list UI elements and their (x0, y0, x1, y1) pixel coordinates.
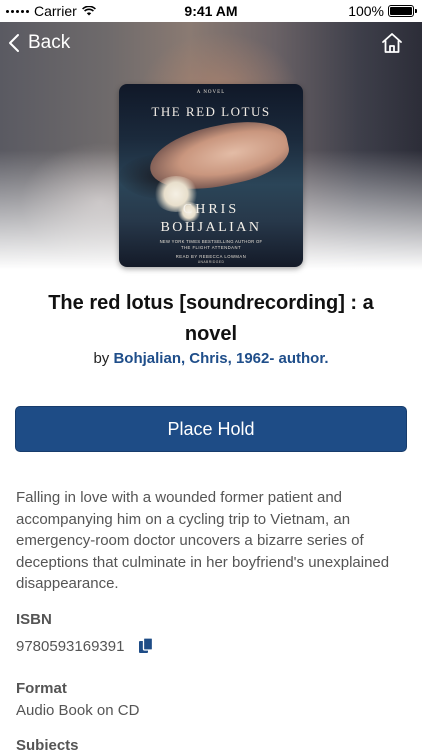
battery-icon (388, 5, 417, 17)
item-title: The red lotus [soundrecording] : a novel (48, 292, 374, 345)
item-description: Falling in love with a wounded former pa… (16, 489, 390, 592)
battery-percent: 100% (348, 3, 384, 19)
cover-read-by: READ BY REBECCA LOWMAN (175, 254, 247, 259)
isbn-value: 9780593169391 (16, 637, 125, 655)
status-bar: Carrier 9:41 AM 100% (0, 0, 422, 22)
place-hold-button[interactable]: Place Hold (15, 406, 407, 452)
subjects-label: Subjects (16, 737, 79, 750)
cover-image: A NOVEL THE RED LOTUS CHRIS BOHJALIAN NE… (119, 84, 303, 267)
home-icon[interactable] (380, 31, 404, 55)
by-prefix: by (93, 350, 110, 367)
author-link[interactable]: Bohjalian, Chris, 1962- author. (113, 350, 328, 367)
cover-bestseller-line1: NEW YORK TIMES BESTSELLING AUTHOR OF (159, 239, 263, 244)
cover-author-last: BOHJALIAN (160, 220, 262, 235)
back-label: Back (28, 32, 71, 53)
format-label: Format (16, 680, 67, 697)
isbn-row: 9780593169391 (16, 637, 154, 655)
isbn-label: ISBN (16, 611, 52, 628)
cover-bestseller-line2: THE FLIGHT ATTENDANT (180, 245, 242, 250)
format-value: Audio Book on CD (16, 702, 140, 719)
cover-novel-tag: A NOVEL (196, 90, 226, 95)
copy-icon[interactable] (138, 637, 154, 655)
cover-author-first: CHRIS (182, 202, 240, 217)
chevron-left-icon (9, 34, 19, 52)
back-button[interactable]: Back (8, 32, 70, 54)
cover-title: THE RED LOTUS (151, 104, 271, 119)
byline: by Bohjalian, Chris, 1962- author. (0, 350, 422, 367)
status-right: 100% (348, 3, 417, 19)
cover-unabridged: UNABRIDGED (197, 260, 225, 264)
